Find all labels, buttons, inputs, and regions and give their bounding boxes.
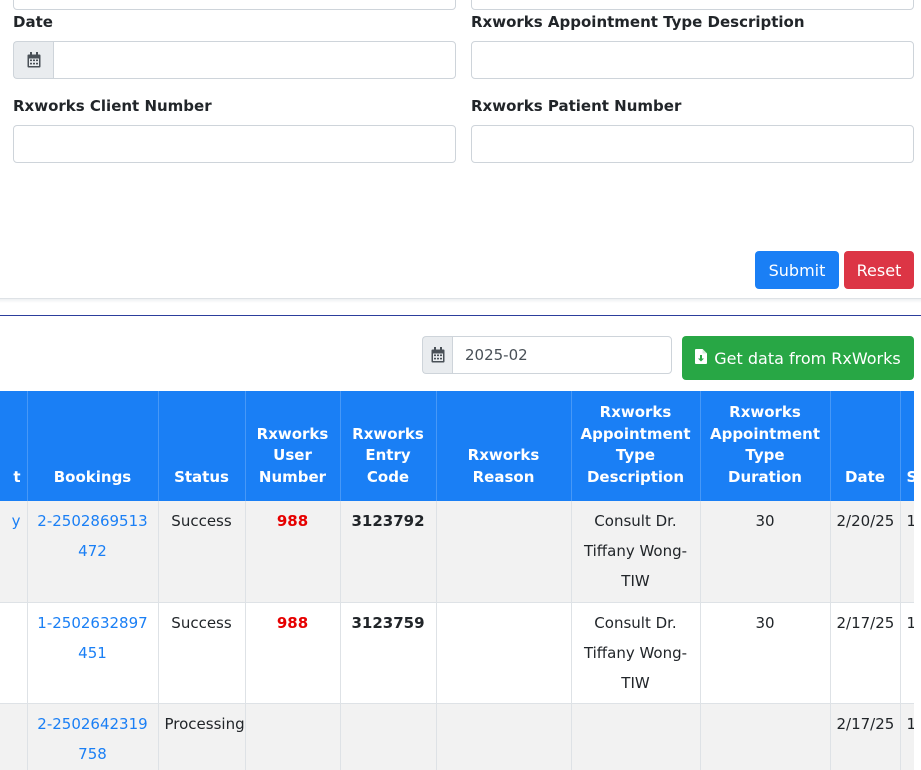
date-picker-group [13, 41, 456, 79]
get-data-label: Get data from RxWorks [714, 348, 901, 368]
date-label: Date [13, 13, 53, 31]
cell-booking-link[interactable]: 1-2502632897451 [27, 602, 159, 704]
cell-next: 1 [900, 501, 914, 603]
bookings-table-container[interactable]: t Bookings Status Rxworks User Number Rx… [0, 391, 914, 770]
month-input[interactable] [452, 336, 672, 374]
patient-number-label: Rxworks Patient Number [471, 97, 682, 115]
cell-appt-desc: Consult Dr. Tiffany Wong-TIW [571, 501, 701, 603]
cell-reason [436, 501, 572, 603]
get-data-button[interactable]: Get data from RxWorks [682, 336, 914, 380]
cell-entry-code: 3123759 [340, 602, 437, 704]
table-row: y 2-2502869513472 Success 988 3123792 Co… [0, 501, 914, 603]
cell-entry-code: 3123792 [340, 501, 437, 603]
table-header-row: t Bookings Status Rxworks User Number Rx… [0, 391, 914, 501]
col-header-next[interactable]: S T [900, 391, 914, 501]
col-header-bookings[interactable]: Bookings [27, 391, 159, 501]
cell-date: 2/17/25 [830, 602, 901, 704]
cell-next: 1 [900, 703, 914, 770]
col-header-status[interactable]: Status [158, 391, 246, 501]
submit-button[interactable]: Submit [755, 251, 839, 289]
table-row: 1-2502632897451 Success 988 3123759 Cons… [0, 602, 914, 704]
month-picker-group [422, 336, 672, 374]
col-header-prev[interactable]: t [0, 391, 28, 501]
cell-user-number: 988 [245, 501, 341, 603]
appt-type-desc-input[interactable] [471, 41, 914, 79]
calendar-icon[interactable] [422, 336, 452, 374]
cell-entry-code [340, 703, 437, 770]
file-download-icon [695, 348, 708, 368]
bookings-table: t Bookings Status Rxworks User Number Rx… [0, 391, 914, 770]
col-header-date[interactable]: Date [830, 391, 901, 501]
cell-booking-link[interactable]: 2-2502642319758 [27, 703, 159, 770]
cell-status: Processing [158, 703, 246, 770]
cell-prev: y [0, 501, 28, 603]
cell-reason [436, 602, 572, 704]
cell-prev [0, 703, 28, 770]
cell-status: Success [158, 501, 246, 603]
card-shadow [0, 299, 921, 303]
date-input[interactable] [53, 41, 456, 79]
cell-date: 2/20/25 [830, 501, 901, 603]
cell-appt-desc: Consult Dr. Tiffany Wong-TIW [571, 602, 701, 704]
cell-user-number: 988 [245, 602, 341, 704]
table-row: 2-2502642319758 Processing 2/17/25 1 [0, 703, 914, 770]
section-divider [0, 315, 921, 316]
appt-type-desc-label: Rxworks Appointment Type Description [471, 13, 805, 31]
previous-field-right[interactable] [471, 0, 914, 10]
col-header-user-number[interactable]: Rxworks User Number [245, 391, 341, 501]
cell-status: Success [158, 602, 246, 704]
col-header-appt-desc[interactable]: Rxworks Appointment Type Description [571, 391, 701, 501]
cell-duration [700, 703, 831, 770]
cell-booking-link[interactable]: 2-2502869513472 [27, 501, 159, 603]
col-header-entry-code[interactable]: Rxworks Entry Code [340, 391, 437, 501]
reset-button[interactable]: Reset [844, 251, 914, 289]
cell-duration: 30 [700, 501, 831, 603]
cell-next: 1 [900, 602, 914, 704]
cell-prev [0, 602, 28, 704]
col-header-reason[interactable]: Rxworks Reason [436, 391, 572, 501]
client-number-label: Rxworks Client Number [13, 97, 212, 115]
cell-appt-desc [571, 703, 701, 770]
cell-user-number [245, 703, 341, 770]
calendar-icon[interactable] [13, 41, 53, 79]
patient-number-input[interactable] [471, 125, 914, 163]
client-number-input[interactable] [13, 125, 456, 163]
cell-reason [436, 703, 572, 770]
cell-duration: 30 [700, 602, 831, 704]
previous-field-left[interactable] [13, 0, 456, 10]
col-header-appt-duration[interactable]: Rxworks Appointment Type Duration [700, 391, 831, 501]
cell-date: 2/17/25 [830, 703, 901, 770]
table-right-edge [914, 391, 921, 770]
